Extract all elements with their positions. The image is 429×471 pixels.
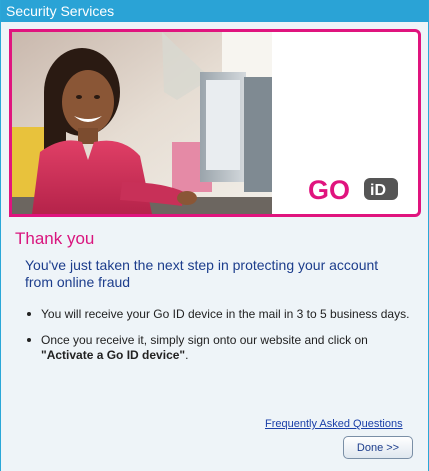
svg-text:GO: GO [308, 175, 350, 204]
bullet-icon [27, 338, 31, 342]
lead-paragraph: You've just taken the next step in prote… [25, 257, 379, 290]
confirmation-content: Thank you You've just taken the next ste… [9, 217, 421, 374]
list-item: You will receive your Go ID device in th… [9, 307, 421, 322]
done-button[interactable]: Done >> [343, 436, 413, 459]
svg-text:iD: iD [370, 182, 386, 199]
smiling-woman-photo [12, 32, 272, 214]
thank-you-heading: Thank you [15, 229, 95, 248]
go-id-logo: GO iD [306, 174, 406, 205]
bullet-text-prefix: Once you receive it, simply sign onto ou… [41, 333, 368, 347]
bullet-text: You will receive your Go ID device in th… [41, 307, 410, 321]
bullet-icon [27, 312, 31, 316]
activate-go-id-label: "Activate a Go ID device" [41, 348, 186, 362]
security-services-window: Security Services GO iD Thank you You've… [0, 0, 429, 471]
faq-link[interactable]: Frequently Asked Questions [265, 418, 403, 430]
instructions-list: You will receive your Go ID device in th… [9, 307, 421, 363]
window-title: Security Services [1, 0, 428, 22]
list-item: Once you receive it, simply sign onto ou… [9, 333, 421, 363]
go-id-banner: GO iD [9, 29, 421, 217]
bullet-text-suffix: . [185, 348, 189, 362]
